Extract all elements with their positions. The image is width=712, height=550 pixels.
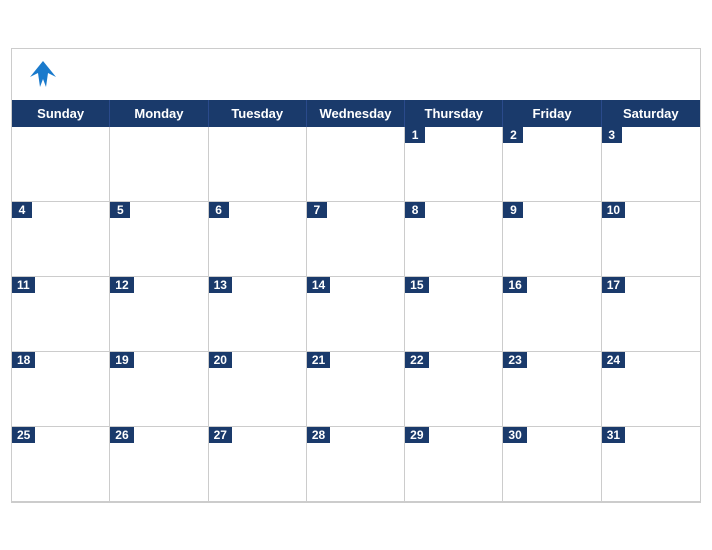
date-number: 28 (307, 427, 330, 443)
date-number: 24 (602, 352, 625, 368)
date-number: 4 (12, 202, 32, 218)
date-number: 25 (12, 427, 35, 443)
calendar-day-2: 2 (503, 127, 601, 202)
calendar-day-16: 16 (503, 277, 601, 352)
calendar-header (12, 49, 700, 100)
day-header-wednesday: Wednesday (307, 100, 405, 127)
calendar-day-29: 29 (405, 427, 503, 502)
date-number: 20 (209, 352, 232, 368)
day-header-tuesday: Tuesday (209, 100, 307, 127)
calendar-day-9: 9 (503, 202, 601, 277)
date-number: 8 (405, 202, 425, 218)
date-number: 23 (503, 352, 526, 368)
date-number: 3 (602, 127, 622, 143)
calendar-day-24: 24 (602, 352, 700, 427)
calendar-day-26: 26 (110, 427, 208, 502)
date-number: 11 (12, 277, 35, 293)
calendar-day-28: 28 (307, 427, 405, 502)
day-header-saturday: Saturday (602, 100, 700, 127)
calendar-day-1: 1 (405, 127, 503, 202)
date-number: 30 (503, 427, 526, 443)
days-header: SundayMondayTuesdayWednesdayThursdayFrid… (12, 100, 700, 127)
calendar-day-14: 14 (307, 277, 405, 352)
date-number: 10 (602, 202, 625, 218)
calendar-day-25: 25 (12, 427, 110, 502)
calendar-day-5: 5 (110, 202, 208, 277)
date-number: 27 (209, 427, 232, 443)
date-number: 16 (503, 277, 526, 293)
date-number: 26 (110, 427, 133, 443)
calendar-day-22: 22 (405, 352, 503, 427)
calendar-day-18: 18 (12, 352, 110, 427)
calendar-day-21: 21 (307, 352, 405, 427)
calendar-empty-cell (209, 127, 307, 202)
date-number: 14 (307, 277, 330, 293)
date-number: 18 (12, 352, 35, 368)
day-header-friday: Friday (503, 100, 601, 127)
date-number: 6 (209, 202, 229, 218)
logo (28, 59, 60, 94)
calendar-day-19: 19 (110, 352, 208, 427)
calendar-day-31: 31 (602, 427, 700, 502)
calendar-day-10: 10 (602, 202, 700, 277)
date-number: 31 (602, 427, 625, 443)
calendar-empty-cell (110, 127, 208, 202)
date-number: 22 (405, 352, 428, 368)
day-header-sunday: Sunday (12, 100, 110, 127)
date-number: 13 (209, 277, 232, 293)
calendar-day-6: 6 (209, 202, 307, 277)
date-number: 21 (307, 352, 330, 368)
date-number: 2 (503, 127, 523, 143)
calendar-day-15: 15 (405, 277, 503, 352)
calendar-day-3: 3 (602, 127, 700, 202)
calendar-day-23: 23 (503, 352, 601, 427)
calendar-empty-cell (307, 127, 405, 202)
calendar-day-13: 13 (209, 277, 307, 352)
date-number: 19 (110, 352, 133, 368)
calendar-day-7: 7 (307, 202, 405, 277)
calendar-day-12: 12 (110, 277, 208, 352)
calendar-empty-cell (12, 127, 110, 202)
date-number: 9 (503, 202, 523, 218)
date-number: 12 (110, 277, 133, 293)
date-number: 7 (307, 202, 327, 218)
logo-bird-icon (28, 59, 58, 94)
calendar-day-27: 27 (209, 427, 307, 502)
calendar-day-4: 4 (12, 202, 110, 277)
date-number: 29 (405, 427, 428, 443)
date-number: 5 (110, 202, 130, 218)
day-header-monday: Monday (110, 100, 208, 127)
calendar-grid: 1234567891011121314151617181920212223242… (12, 127, 700, 502)
date-number: 15 (405, 277, 428, 293)
date-number: 17 (602, 277, 625, 293)
calendar-day-30: 30 (503, 427, 601, 502)
calendar-day-11: 11 (12, 277, 110, 352)
calendar: SundayMondayTuesdayWednesdayThursdayFrid… (11, 48, 701, 503)
calendar-day-17: 17 (602, 277, 700, 352)
calendar-day-20: 20 (209, 352, 307, 427)
calendar-day-8: 8 (405, 202, 503, 277)
day-header-thursday: Thursday (405, 100, 503, 127)
date-number: 1 (405, 127, 425, 143)
